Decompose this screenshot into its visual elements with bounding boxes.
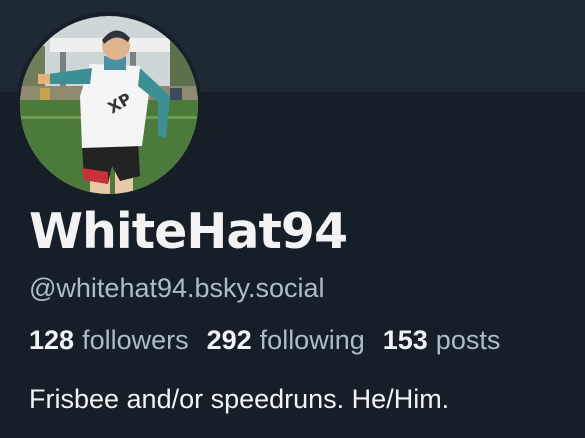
profile-stats: 128 followers 292 following 153 posts xyxy=(29,322,500,358)
following-label: following xyxy=(259,325,365,355)
posts-count: 153 xyxy=(382,325,428,355)
following-stat[interactable]: 292 following xyxy=(207,322,365,358)
followers-stat[interactable]: 128 followers xyxy=(29,322,189,358)
posts-stat: 153 posts xyxy=(383,322,501,358)
avatar[interactable]: XP xyxy=(16,12,202,198)
avatar-photo-icon: XP xyxy=(20,16,198,194)
profile-handle: @whitehat94.bsky.social xyxy=(29,273,325,303)
followers-label: followers xyxy=(82,325,189,355)
following-count: 292 xyxy=(206,325,252,355)
display-name: WhiteHat94 xyxy=(29,203,348,260)
profile-bio: Frisbee and/or speedruns. He/Him. xyxy=(29,384,450,414)
posts-label: posts xyxy=(435,325,501,355)
followers-count: 128 xyxy=(29,325,75,355)
